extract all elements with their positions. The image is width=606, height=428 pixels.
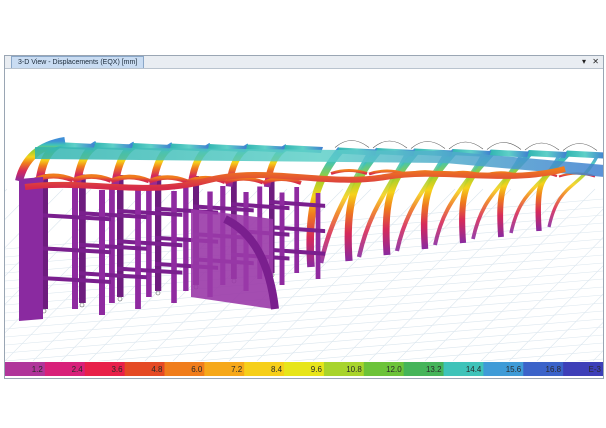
legend-label: 2.4 [72,365,84,374]
dropdown-icon[interactable]: ▾ [582,57,586,66]
legend-label: 14.4 [466,365,482,374]
legend-label: 4.8 [151,365,163,374]
legend-label: 6.0 [191,365,203,374]
close-icon[interactable]: ✕ [592,57,599,66]
portal-frame [72,141,147,309]
view-window: 3-D View - Displacements (EQX) [mm] ▾ ✕ [4,55,604,379]
legend-label: 1.2 [32,365,44,374]
portal-frame [33,140,111,315]
view-titlebar: 3-D View - Displacements (EQX) [mm] ▾ ✕ [5,56,603,69]
view-tab[interactable]: 3-D View - Displacements (EQX) [mm] [11,56,145,68]
legend-label: 8.4 [271,365,283,374]
frame-members [15,137,603,321]
legend-label: 12.0 [386,365,402,374]
legend-label: E-3 [589,365,602,374]
legend-label: 10.8 [346,365,362,374]
legend-label: 13.2 [426,365,442,374]
color-legend: 1.2 2.4 3.6 4.8 6.0 7.2 8.4 9.6 10.8 12.0 13.2 14.4… [5,361,604,378]
legend-label: 3.6 [111,365,123,374]
structure-model [5,137,603,361]
legend-label: 15.6 [506,365,522,374]
legend-label: 7.2 [231,365,243,374]
legend-label: 16.8 [546,365,562,374]
window-controls: ▾ ✕ [578,56,599,68]
legend-label: 9.6 [311,365,323,374]
3d-viewport[interactable] [5,69,603,361]
